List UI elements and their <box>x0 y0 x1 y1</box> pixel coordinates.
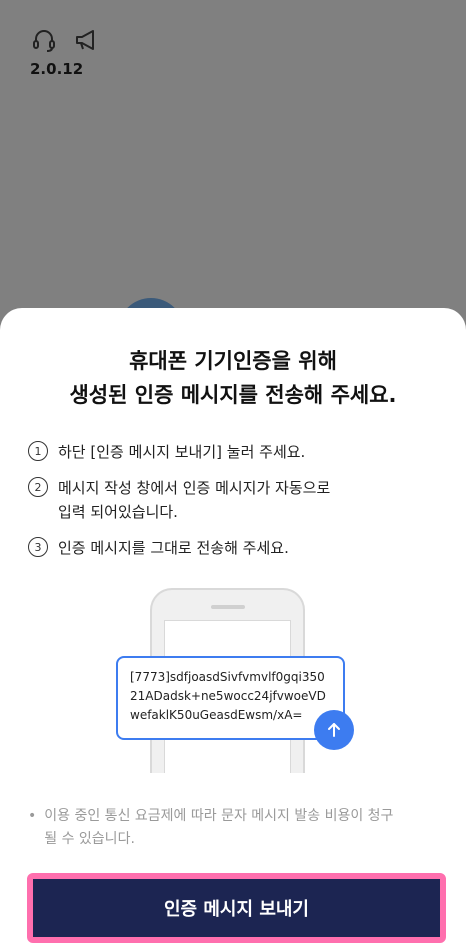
phone-speaker <box>211 605 245 609</box>
step-text: 하단 [인증 메시지 보내기] 눌러 주세요. <box>58 443 306 461</box>
send-auth-message-button[interactable]: 인증 메시지 보내기 <box>33 879 440 937</box>
app-version: 2.0.12 <box>30 60 84 78</box>
megaphone-icon[interactable] <box>72 26 100 54</box>
message-preview-text: [7773]sdfjoasdSivfvmvlf0gqi35021ADadsk+n… <box>130 670 326 722</box>
step-text: 인증 메시지를 그대로 전송해 주세요. <box>58 539 289 557</box>
send-arrow-icon <box>314 710 354 750</box>
sheet-title: 휴대폰 기기인증을 위해 생성된 인증 메시지를 전송해 주세요. <box>0 344 466 412</box>
step-number-icon: 1 <box>28 441 48 461</box>
headset-icon[interactable] <box>30 26 58 54</box>
bottom-sheet: 휴대폰 기기인증을 위해 생성된 인증 메시지를 전송해 주세요. 1 하단 [… <box>0 308 466 951</box>
step-3: 3 인증 메시지를 그대로 전송해 주세요. <box>28 536 448 560</box>
top-bar <box>30 26 100 54</box>
step-number-icon: 2 <box>28 477 48 497</box>
message-preview-bubble: [7773]sdfjoasdSivfvmvlf0gqi35021ADadsk+n… <box>116 656 345 740</box>
instruction-steps: 1 하단 [인증 메시지 보내기] 눌러 주세요. 2 메시지 작성 창에서 인… <box>28 440 448 572</box>
cost-notice-text: 이용 중인 통신 요금제에 따라 문자 메시지 발송 비용이 청구 될 수 있습… <box>44 808 394 847</box>
bullet-icon: • <box>28 808 37 824</box>
sheet-title-line1: 휴대폰 기기인증을 위해 <box>129 349 337 373</box>
step-2: 2 메시지 작성 창에서 인증 메시지가 자동으로 입력 되어있습니다. <box>28 476 448 524</box>
step-1: 1 하단 [인증 메시지 보내기] 눌러 주세요. <box>28 440 448 464</box>
step-text: 메시지 작성 창에서 인증 메시지가 자동으로 입력 되어있습니다. <box>58 479 331 521</box>
cost-notice: • 이용 중인 통신 요금제에 따라 문자 메시지 발송 비용이 청구 될 수 … <box>28 805 438 851</box>
sheet-title-line2: 생성된 인증 메시지를 전송해 주세요. <box>69 383 397 407</box>
step-number-icon: 3 <box>28 537 48 557</box>
